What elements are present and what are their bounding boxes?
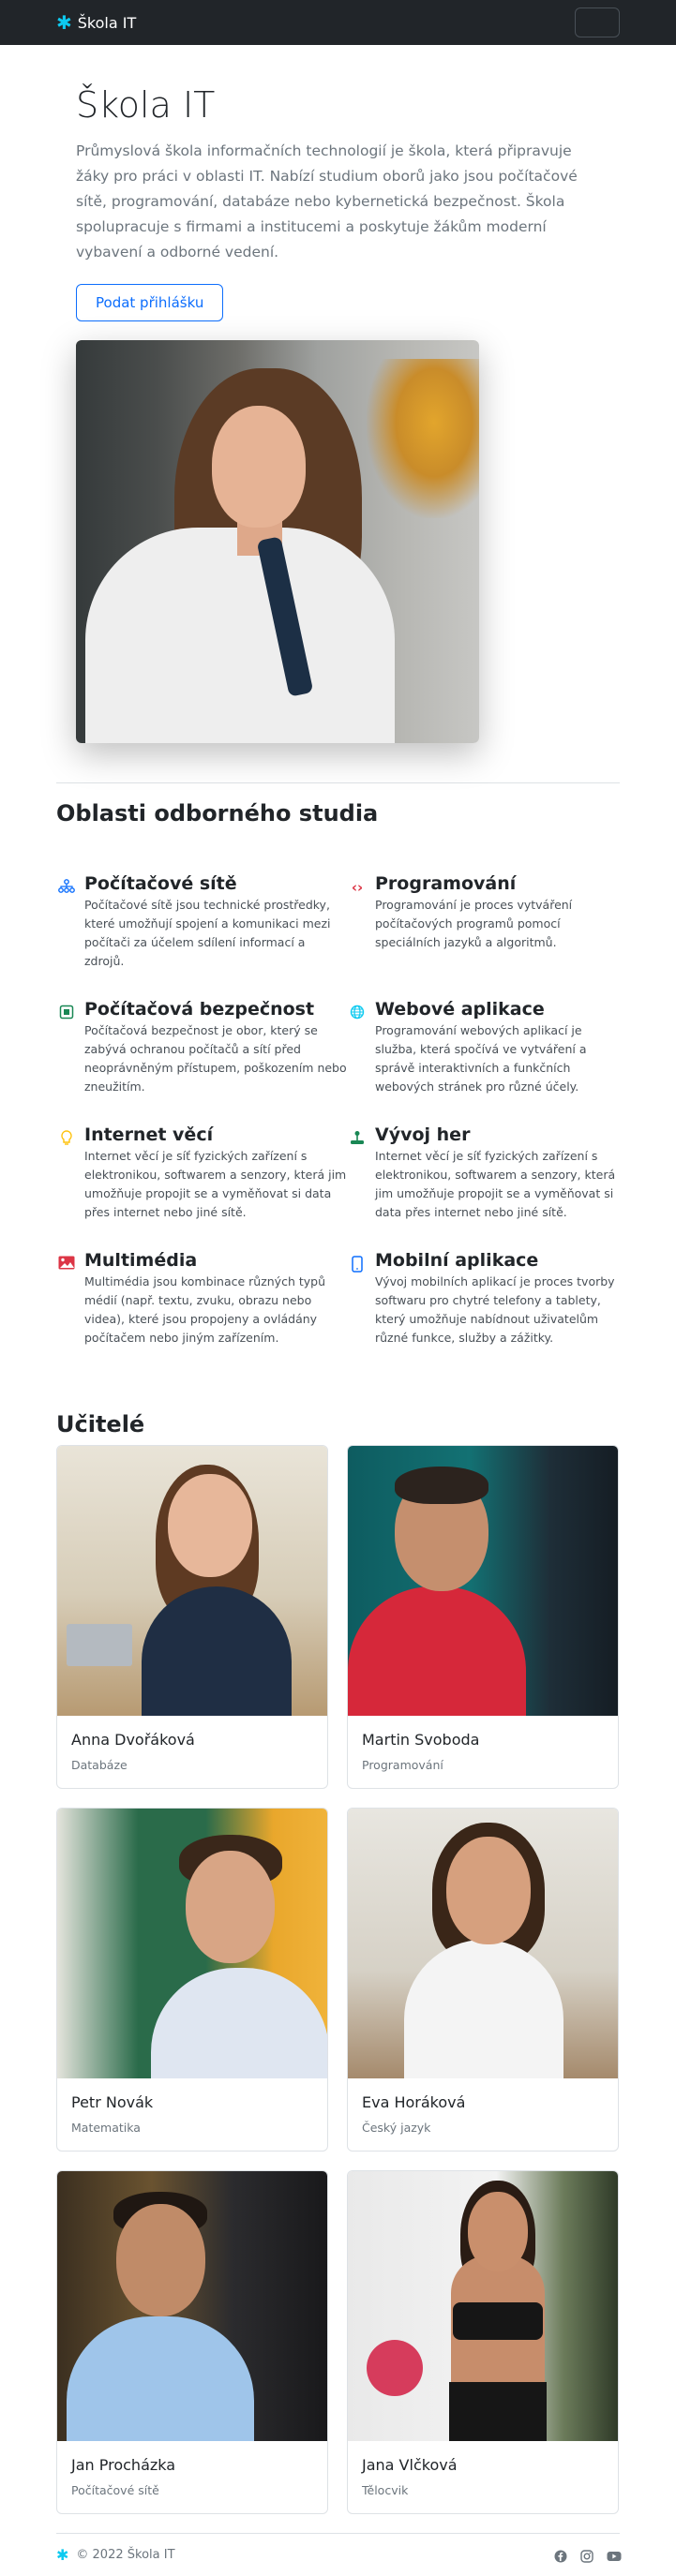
teachers-title: Učitelé <box>56 1411 145 1437</box>
teacher-card: Eva Horáková Český jazyk <box>347 1808 619 2152</box>
shield-chip-icon <box>56 999 77 1096</box>
field-item: Vývoj her Internet věcí je síť fyzických … <box>347 1124 619 1222</box>
teacher-name: Eva Horáková <box>362 2093 466 2111</box>
field-item: Počítačové sítě Počítačové sítě jsou tech… <box>56 873 347 971</box>
field-title: Programování <box>375 873 517 894</box>
asterisk-icon: ✱ <box>56 2545 69 2564</box>
globe-icon <box>347 999 368 1096</box>
navbar-toggle-button[interactable] <box>575 7 620 37</box>
field-title: Mobilní aplikace <box>375 1250 539 1271</box>
hero-section: Škola IT Průmyslová škola informačních t… <box>0 45 676 764</box>
fields-grid: Počítačové sítě Počítačové sítě jsou tech… <box>56 873 620 1348</box>
hero-student-photo <box>76 340 479 743</box>
teachers-grid: Anna Dvořáková Databáze Martin Svoboda Pro… <box>56 1445 620 2514</box>
brand-link[interactable]: ✱ Škola IT <box>56 13 136 32</box>
teacher-card: Martin Svoboda Programování <box>347 1445 619 1789</box>
teacher-card: Jan Procházka Počítačové sítě <box>56 2170 328 2514</box>
hero-text: Průmyslová škola informačních technologi… <box>76 142 578 261</box>
teacher-photo <box>57 2171 327 2441</box>
teacher-photo <box>348 1446 618 1716</box>
teacher-subject: Český jazyk <box>362 2121 431 2135</box>
teacher-photo <box>57 1809 327 2078</box>
teacher-photo <box>348 2171 618 2441</box>
teacher-name: Jan Procházka <box>71 2456 176 2474</box>
field-text: Počítačové sítě jsou technické prostředk… <box>84 898 331 968</box>
image-icon <box>56 1250 77 1348</box>
youtube-icon[interactable] <box>607 2549 622 2562</box>
joystick-icon <box>347 1124 368 1222</box>
code-icon: ‹› <box>351 879 364 896</box>
field-item: Mobilní aplikace Vývoj mobilních aplikací… <box>347 1250 619 1348</box>
field-item: Multimédia Multimédia jsou kombinace různ… <box>56 1250 347 1348</box>
asterisk-icon: ✱ <box>56 11 72 34</box>
field-item: Webové aplikace Programování webových apl… <box>347 999 619 1096</box>
teacher-subject: Databáze <box>71 1758 128 1772</box>
teacher-card: Anna Dvořáková Databáze <box>56 1445 328 1789</box>
field-item: ‹› Programování Programování je proces vy… <box>347 873 619 971</box>
field-text: Internet věcí je síť fyzických zařízení … <box>84 1149 347 1219</box>
field-title: Multimédia <box>84 1250 198 1271</box>
field-text: Vývoj mobilních aplikací je proces tvorb… <box>375 1274 615 1345</box>
footer: ✱ © 2022 Škola IT <box>56 2533 622 2576</box>
page-title: Škola IT <box>76 84 216 126</box>
lightbulb-icon <box>56 1124 77 1222</box>
teacher-photo <box>57 1446 327 1716</box>
teacher-card: Jana Vlčková Tělocvik <box>347 2170 619 2514</box>
facebook-icon[interactable] <box>554 2549 567 2562</box>
social-links <box>554 2549 622 2563</box>
field-text: Programování je proces vytváření počítač… <box>375 898 573 949</box>
teacher-name: Martin Svoboda <box>362 1731 480 1749</box>
field-text: Programování webových aplikací je služba… <box>375 1023 587 1094</box>
instagram-icon[interactable] <box>580 2549 593 2563</box>
brand-name: Škola IT <box>77 13 137 32</box>
fields-section: Oblasti odborného studia Počítačové sítě… <box>56 782 620 1348</box>
teacher-subject: Matematika <box>71 2121 141 2135</box>
field-text: Internet věcí je síť fyzických zařízení … <box>375 1149 616 1219</box>
teachers-section: Učitelé Anna Dvořáková Databáze Martin Sv… <box>56 1411 620 2514</box>
field-item: Internet věcí Internet věcí je síť fyzick… <box>56 1124 347 1222</box>
field-text: Počítačová bezpečnost je obor, který se … <box>84 1023 347 1094</box>
teacher-subject: Počítačové sítě <box>71 2483 159 2497</box>
teacher-subject: Programování <box>362 1758 443 1772</box>
teacher-subject: Tělocvik <box>362 2483 409 2497</box>
field-text: Multimédia jsou kombinace různých typů m… <box>84 1274 326 1345</box>
field-title: Počítačové sítě <box>84 873 237 894</box>
field-title: Webové aplikace <box>375 999 545 1020</box>
field-title: Internet věcí <box>84 1124 214 1145</box>
teacher-name: Petr Novák <box>71 2093 154 2111</box>
teacher-name: Anna Dvořáková <box>71 1731 195 1749</box>
field-item: Počítačová bezpečnost Počítačová bezpečno… <box>56 999 347 1096</box>
field-title: Počítačová bezpečnost <box>84 999 315 1020</box>
teacher-name: Jana Vlčková <box>362 2456 458 2474</box>
footer-left: ✱ © 2022 Škola IT <box>56 2545 175 2564</box>
teacher-photo <box>348 1809 618 2078</box>
fields-title: Oblasti odborného studia <box>56 800 379 826</box>
network-icon <box>56 873 77 971</box>
field-title: Vývoj her <box>375 1124 471 1145</box>
copyright-text: © 2022 Škola IT <box>76 2548 175 2562</box>
teacher-card: Petr Novák Matematika <box>56 1808 328 2152</box>
navbar: ✱ Škola IT <box>0 0 676 45</box>
apply-button[interactable]: Podat přihlášku <box>76 284 224 321</box>
phone-icon <box>347 1250 368 1348</box>
